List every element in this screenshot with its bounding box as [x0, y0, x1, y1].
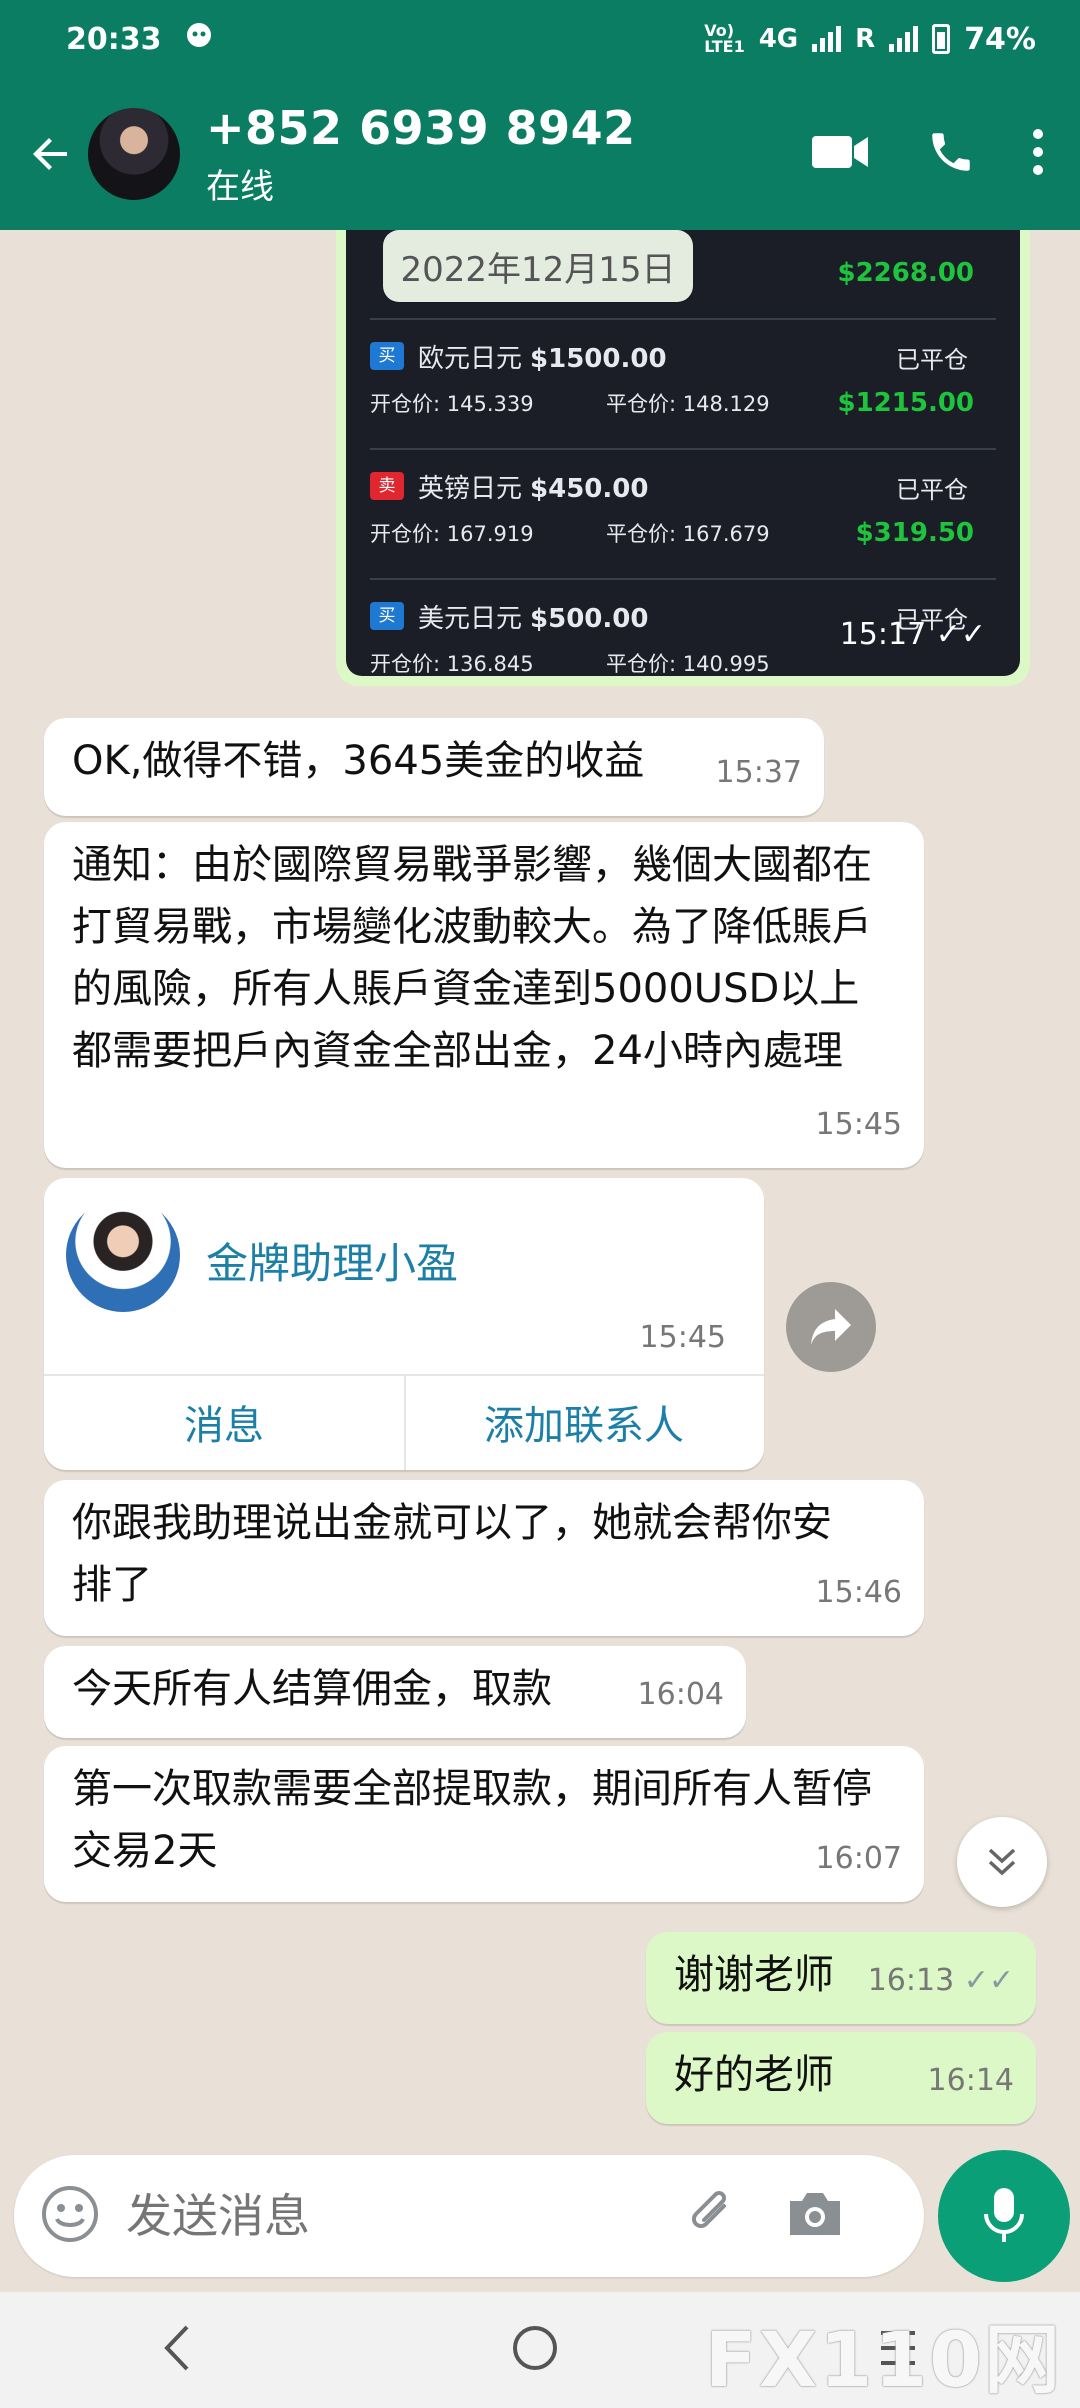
trade-state: 已平仓	[896, 476, 968, 504]
contact-card[interactable]: 金牌助理小盈 15:45 消息 添加联系人	[44, 1178, 764, 1470]
message-contact-button[interactable]: 消息	[44, 1374, 404, 1470]
read-ticks-icon: ✓✓	[963, 1963, 1014, 1998]
status-time: 20:33	[66, 21, 162, 57]
incoming-message[interactable]: OK,做得不错，3645美金的收益 15:37	[44, 718, 824, 816]
back-arrow-icon[interactable]	[18, 121, 84, 187]
emoji-icon[interactable]	[40, 2184, 100, 2248]
trade-profit: $1215.00	[837, 388, 974, 418]
message-text: 谢谢老师	[674, 1952, 834, 1998]
network-label: 4G	[758, 24, 799, 54]
open-price: 开仓价: 136.845	[370, 652, 534, 676]
chat-header: +852 6939 8942 在线	[0, 78, 1080, 230]
message-text: 通知：由於國際貿易戰爭影響，幾個大國都在打貿易戰，市場變化波動較大。為了降低賬戶…	[72, 842, 872, 1074]
top-bar: 20:33 Vo) LTE1 4G R 74% +852 6939 8942 在线	[0, 0, 1080, 230]
status-bar: 20:33 Vo) LTE1 4G R 74%	[0, 0, 1080, 78]
message-time: 15:45	[639, 1320, 726, 1355]
incoming-message[interactable]: 你跟我助理说出金就可以了，她就会帮你安排了 15:46	[44, 1480, 924, 1636]
message-text: 今天所有人结算佣金，取款	[72, 1666, 552, 1712]
message-time: 16:04	[637, 1677, 724, 1712]
voice-record-button[interactable]	[938, 2150, 1070, 2282]
trade-row: 买 欧元日元 $1500.00 开仓价: 145.339 平仓价: 148.129…	[370, 320, 996, 450]
message-text: 好的老师	[674, 2052, 834, 2098]
close-price: 平仓价: 167.679	[606, 522, 770, 546]
battery-level: 74%	[964, 21, 1036, 57]
video-call-icon[interactable]	[812, 132, 870, 176]
shared-contact-name: 金牌助理小盈	[206, 1239, 459, 1288]
more-options-icon[interactable]	[1032, 128, 1044, 180]
trade-pair: 欧元日元 $1500.00	[418, 344, 667, 374]
presence-status: 在线	[206, 166, 274, 207]
message-time: 15:46	[815, 1575, 902, 1610]
date-chip: 2022年12月15日	[383, 230, 693, 302]
incoming-message[interactable]: 通知：由於國際貿易戰爭影響，幾個大國都在打貿易戰，市場變化波動較大。為了降低賬戶…	[44, 822, 924, 1168]
contact-phone-number: +852 6939 8942	[206, 100, 636, 155]
message-time: 16:07	[815, 1841, 902, 1876]
trade-row: 卖 英镑日元 $450.00 开仓价: 167.919 平仓价: 167.679 …	[370, 450, 996, 580]
attach-icon[interactable]	[682, 2184, 742, 2248]
message-time: 16:13 ✓✓	[867, 1963, 1014, 1998]
battery-icon	[932, 24, 951, 54]
close-price: 平仓价: 148.129	[606, 392, 770, 416]
message-time: 16:14	[927, 2063, 1014, 2098]
trade-side-badge: 买	[370, 342, 404, 370]
camera-icon[interactable]	[786, 2189, 844, 2243]
outgoing-message[interactable]: 谢谢老师 16:13 ✓✓	[646, 1932, 1036, 2024]
contact-avatar[interactable]	[86, 106, 182, 202]
shared-contact-avatar	[66, 1198, 180, 1312]
message-composer	[14, 2155, 924, 2277]
roaming-label: R	[855, 24, 876, 54]
trade-pair: 美元日元 $500.00	[418, 604, 649, 634]
image-timestamp: 15:17 ✓✓	[839, 617, 986, 652]
microphone-icon	[984, 2188, 1024, 2242]
close-price: 平仓价: 140.995	[606, 652, 770, 676]
message-text: 你跟我助理说出金就可以了，她就会帮你安排了	[72, 1500, 832, 1608]
message-text: OK,做得不错，3645美金的收益	[72, 738, 645, 784]
open-price: 开仓价: 167.919	[370, 522, 534, 546]
trade-profit: $319.50	[855, 518, 974, 548]
scroll-down-icon[interactable]	[957, 1817, 1047, 1907]
message-text: 第一次取款需要全部提取款，期间所有人暂停交易2天	[72, 1766, 872, 1874]
signal-icon	[812, 26, 842, 52]
volte-icon: Vo) LTE1	[704, 21, 745, 56]
chat-area[interactable]: 79913 $2268.00 买 欧元日元$1500.00 开仓价: 145.3…	[0, 230, 1080, 2155]
trade-side-badge: 卖	[370, 472, 404, 500]
voice-call-icon[interactable]	[926, 127, 976, 181]
trade-profit-partial: $2268.00	[837, 258, 974, 288]
add-contact-button[interactable]: 添加联系人	[404, 1374, 764, 1470]
message-time: 15:37	[715, 755, 802, 790]
nav-back-icon[interactable]	[157, 2323, 197, 2377]
open-price: 开仓价: 145.339	[370, 392, 534, 416]
message-input[interactable]	[126, 2189, 656, 2243]
forward-icon[interactable]	[786, 1282, 876, 1372]
incoming-message[interactable]: 第一次取款需要全部提取款，期间所有人暂停交易2天 16:07	[44, 1746, 924, 1902]
trade-pair: 英镑日元 $450.00	[418, 474, 649, 504]
trade-side-badge: 买	[370, 602, 404, 630]
outgoing-message[interactable]: 好的老师 16:14	[646, 2032, 1036, 2124]
app-notification-icon	[184, 20, 214, 58]
signal-icon-2	[889, 26, 919, 52]
watermark-logo: FX110网	[704, 2315, 1062, 2404]
message-time: 15:45	[815, 1107, 902, 1142]
trade-state: 已平仓	[896, 346, 968, 374]
nav-home-icon[interactable]	[510, 2323, 560, 2377]
contact-title[interactable]: +852 6939 8942 在线	[206, 101, 636, 208]
incoming-message[interactable]: 今天所有人结算佣金，取款 16:04	[44, 1646, 746, 1738]
